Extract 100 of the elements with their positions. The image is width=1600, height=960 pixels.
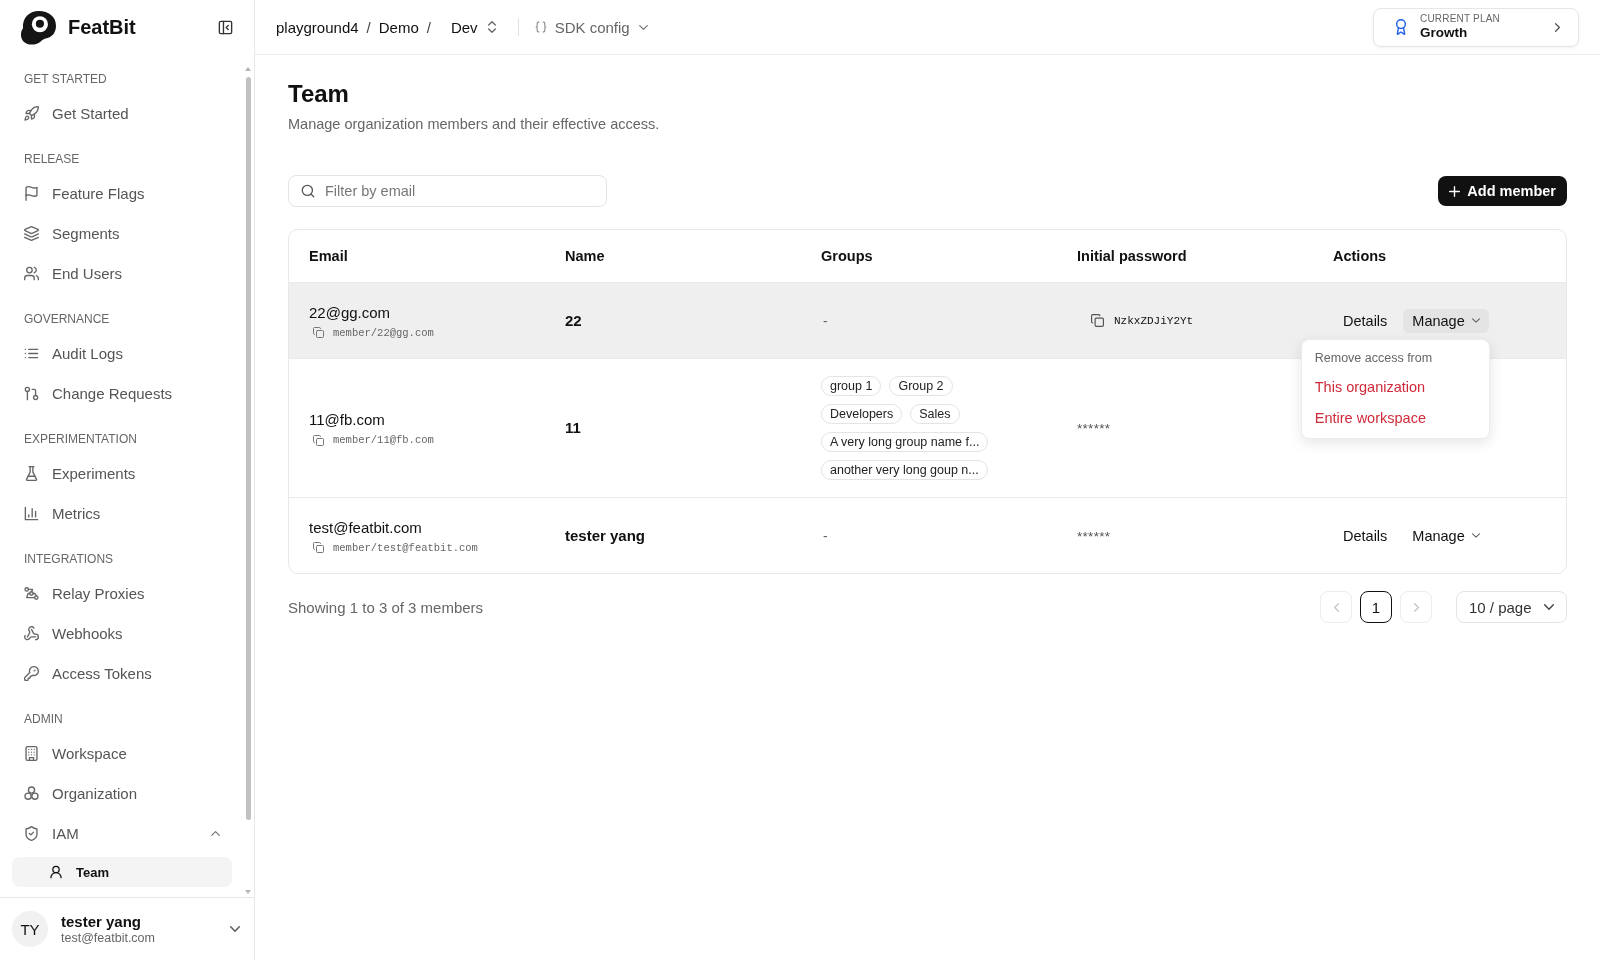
section-label: ADMIN (24, 712, 63, 726)
award-icon (1393, 18, 1409, 36)
breadcrumb-link[interactable]: playground4 (276, 18, 359, 36)
column-header: Name (565, 248, 605, 264)
sdk-config-button[interactable]: SDK config (528, 14, 654, 40)
rocket-icon (24, 105, 39, 121)
sidebar-item[interactable]: Access Tokens (12, 653, 232, 693)
search-field[interactable]: Filter by email (288, 175, 607, 207)
copy-icon[interactable] (313, 434, 324, 446)
page-title: Team (288, 80, 349, 107)
flag-icon (24, 185, 39, 201)
building-icon (24, 745, 39, 761)
sidebar-item[interactable]: Get Started (12, 93, 232, 133)
scroll-down-icon[interactable] (245, 890, 251, 894)
users-icon (24, 265, 39, 281)
details-button[interactable]: Details (1333, 308, 1398, 333)
copy-icon[interactable] (313, 542, 324, 553)
brand-name: FeatBit (68, 16, 136, 39)
sidebar-item[interactable]: Metrics (12, 493, 232, 533)
layers-icon (24, 225, 39, 241)
section-label: EXPERIMENTATION (24, 432, 137, 446)
sidebar-item[interactable]: Feature Flags (12, 173, 232, 213)
member-id: member/11@fb.com (333, 434, 434, 446)
chevron-down-icon (638, 24, 648, 30)
section-label: RELEASE (24, 152, 80, 166)
member-name: 11 (565, 419, 581, 436)
chevrons-up-down-icon (487, 21, 496, 33)
nodes-icon (24, 585, 39, 601)
braces-icon (534, 21, 547, 33)
flask-icon (24, 465, 39, 481)
sidebar-item[interactable]: IAM (12, 813, 232, 853)
column-header: Email (309, 248, 348, 264)
page-size-select[interactable]: 10 / page (1456, 591, 1567, 623)
search-icon (301, 184, 315, 198)
results-summary: Showing 1 to 3 of 3 members (288, 598, 484, 616)
breadcrumb-separator: / (366, 18, 371, 36)
collapse-sidebar-icon[interactable] (218, 20, 233, 35)
chevron-down-icon[interactable] (230, 926, 240, 932)
sidebar-item[interactable]: Change Requests (12, 373, 232, 413)
chevron-down-icon (1544, 604, 1554, 610)
plan-card[interactable]: CURRENT PLAN Growth (1373, 7, 1579, 47)
section-label: INTEGRATIONS (24, 552, 114, 566)
bar-chart-icon (24, 505, 39, 521)
manage-button[interactable]: Manage (1403, 523, 1489, 548)
member-email: 11@fb.com (309, 410, 386, 430)
scroll-up-icon[interactable] (245, 67, 251, 71)
chevron-down-icon (1471, 533, 1480, 538)
member-name: tester yang (565, 526, 646, 544)
password-text: NzkxZDJiY2Yt (1114, 314, 1194, 327)
manage-button[interactable]: Manage (1403, 308, 1489, 333)
page-button[interactable]: 1 (1360, 591, 1392, 623)
menu-item[interactable]: This organization (1305, 371, 1485, 403)
chevron-down-icon (1471, 318, 1480, 323)
sidebar-item[interactable]: End Users (12, 253, 232, 293)
masked-password: ****** (1077, 421, 1111, 436)
brand-logo (19, 9, 57, 46)
member-name: 22 (565, 311, 582, 329)
section-label: GET STARTED (24, 72, 107, 86)
sidebar-item[interactable]: Webhooks (12, 613, 232, 653)
breadcrumb-link[interactable]: Demo (378, 18, 419, 36)
user-name: tester yang (61, 913, 143, 930)
breadcrumb-separator: / (426, 18, 431, 36)
chevron-right-icon (1413, 602, 1419, 612)
user-email: test@featbit.com (61, 931, 155, 945)
environment-selector[interactable]: Dev (442, 14, 504, 40)
page-subtitle: Manage organization members and their effective access. (288, 116, 660, 132)
webhook-icon (24, 625, 39, 641)
add-member-button[interactable]: Add member (1438, 176, 1567, 206)
sidebar-item[interactable]: Workspace (12, 733, 232, 773)
column-header: Initial password (1077, 248, 1187, 264)
section-label: GOVERNANCE (24, 312, 110, 326)
empty-value: - (822, 312, 828, 329)
branch-icon (24, 385, 39, 401)
member-id: member/22@gg.com (333, 326, 434, 339)
column-header: Groups (821, 248, 873, 264)
sidebar-item[interactable]: Audit Logs (12, 333, 232, 373)
member-id: member/test@featbit.com (333, 541, 478, 554)
copy-icon[interactable] (1091, 314, 1104, 327)
masked-password: ****** (1077, 528, 1111, 544)
user-icon (49, 865, 63, 879)
scrollbar-thumb[interactable] (246, 77, 251, 820)
plan-name: Growth (1420, 25, 1469, 41)
plus-icon (1449, 185, 1461, 197)
member-email: test@featbit.com (309, 517, 423, 538)
chevron-right-icon (1555, 22, 1560, 32)
sidebar-item[interactable]: Experiments (12, 453, 232, 493)
chevron-left-icon (1333, 602, 1339, 612)
circles-icon (24, 785, 39, 801)
empty-value: - (822, 527, 828, 544)
plan-caption: CURRENT PLAN (1420, 13, 1500, 25)
sidebar-item[interactable]: Organization (12, 773, 232, 813)
menu-heading: Remove access from (1314, 350, 1433, 365)
copy-icon[interactable] (313, 327, 324, 338)
menu-item[interactable]: Entire workspace (1305, 402, 1485, 434)
sidebar-subitem[interactable]: Team (12, 857, 232, 887)
sidebar-item[interactable]: Segments (12, 213, 232, 253)
key-icon (24, 665, 39, 681)
details-button[interactable]: Details (1333, 523, 1398, 548)
sidebar-item[interactable]: Relay Proxies (12, 573, 232, 613)
column-header: Actions (1333, 248, 1387, 264)
